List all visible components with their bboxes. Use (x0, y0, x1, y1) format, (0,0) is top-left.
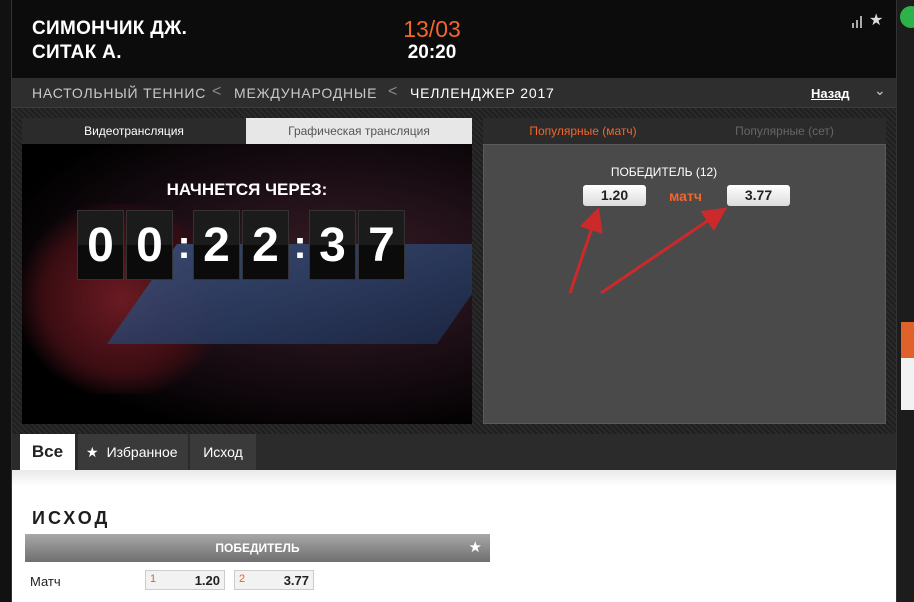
tab-video-stream[interactable]: Видеотрансляция (22, 118, 246, 144)
odd-cell-away[interactable]: 2 3.77 (234, 570, 314, 590)
tab-outcome[interactable]: Исход (190, 434, 256, 470)
team2-name: СИТАК А. (32, 42, 122, 63)
odds-body: ПОБЕДИТЕЛЬ (12) 1.20 матч 3.77 (483, 144, 886, 424)
market-header: ПОБЕДИТЕЛЬ ★ (25, 534, 490, 562)
team1-name: СИМОНЧИК ДЖ. (32, 18, 188, 39)
countdown-colon: : (293, 223, 307, 267)
back-link[interactable]: Назад (811, 86, 850, 101)
side-accent-block (901, 322, 914, 358)
breadcrumb-item-category[interactable]: МЕЖДУНАРОДНЫЕ (234, 85, 377, 101)
match-time: 20:20 (407, 42, 457, 63)
tab-graphic-stream[interactable]: Графическая трансляция (246, 118, 472, 144)
arrow-to-home-odd (568, 207, 603, 294)
breadcrumb-separator-icon: < (388, 83, 398, 100)
tab-popular-set[interactable]: Популярные (сет) (683, 118, 886, 144)
chevron-down-icon[interactable]: ⌄ (874, 82, 886, 99)
tab-favorites[interactable]: ★ Избранное (78, 434, 188, 470)
tab-favorites-label: Избранное (106, 444, 178, 460)
countdown-digit: 3 (309, 210, 356, 280)
odds-panel: Популярные (матч) Популярные (сет) ПОБЕД… (483, 118, 886, 424)
statistics-icon[interactable] (852, 16, 864, 28)
favorite-star-icon[interactable]: ★ (469, 534, 482, 562)
countdown-colon: : (177, 223, 191, 267)
breadcrumb: НАСТОЛЬНЫЙ ТЕННИС < МЕЖДУНАРОДНЫЕ < ЧЕЛЛ… (12, 78, 896, 108)
market-header-label: ПОБЕДИТЕЛЬ (215, 541, 300, 555)
breadcrumb-item-sport[interactable]: НАСТОЛЬНЫЙ ТЕННИС (32, 85, 206, 101)
tab-popular-match[interactable]: Популярные (матч) (483, 118, 683, 144)
countdown-digit: 2 (242, 210, 289, 280)
countdown-digit: 0 (126, 210, 173, 280)
match-header: СИМОНЧИК ДЖ. СИТАК А. 13/03 20:20 ★ (12, 0, 896, 78)
star-icon: ★ (86, 444, 99, 460)
content-top-bar (12, 470, 896, 486)
breadcrumb-separator-icon: < (212, 83, 222, 100)
annotation-arrows (568, 207, 727, 295)
countdown-digit: 7 (358, 210, 405, 280)
video-panel: Видеотрансляция Графическая трансляция Н… (22, 118, 472, 424)
video-background: НАЧНЕТСЯ ЧЕРЕЗ: 0 0 : 2 2 : 3 7 (22, 144, 472, 424)
countdown-digit: 2 (193, 210, 240, 280)
status-indicator-icon[interactable] (900, 6, 914, 28)
section-title: ИСХОД (32, 508, 111, 528)
market-content: ИСХОД ПОБЕДИТЕЛЬ ★ Матч 1 1.20 2 3.77 (12, 470, 896, 602)
starts-in-label: НАЧНЕТСЯ ЧЕРЕЗ: (166, 180, 328, 199)
odd-value: 1.20 (194, 573, 220, 588)
arrow-to-away-odd (600, 207, 727, 295)
page: СИМОНЧИК ДЖ. СИТАК А. 13/03 20:20 ★ НАСТ… (0, 0, 914, 602)
match-date: 13/03 (403, 16, 461, 42)
countdown-digit: 0 (77, 210, 124, 280)
favorite-star-icon[interactable]: ★ (869, 10, 883, 30)
market-tabs: Все ★ Избранное Исход (12, 434, 896, 470)
side-panel-block (901, 358, 914, 410)
tab-all[interactable]: Все (20, 434, 75, 470)
left-sidebar-strip (0, 0, 12, 602)
countdown-timer: 0 0 : 2 2 : 3 7 (77, 210, 407, 280)
main-area: Видеотрансляция Графическая трансляция Н… (12, 108, 896, 434)
breadcrumb-item-tournament[interactable]: ЧЕЛЛЕНДЖЕР 2017 (410, 85, 555, 101)
odd-index: 2 (239, 573, 246, 585)
video-tabs: Видеотрансляция Графическая трансляция (22, 118, 472, 144)
odd-index: 1 (150, 573, 157, 585)
right-sidebar-strip (896, 0, 914, 602)
market-row-label: Матч (30, 574, 61, 589)
odds-tabs: Популярные (матч) Популярные (сет) (483, 118, 886, 144)
odd-value: 3.77 (283, 573, 309, 588)
odd-cell-home[interactable]: 1 1.20 (145, 570, 225, 590)
